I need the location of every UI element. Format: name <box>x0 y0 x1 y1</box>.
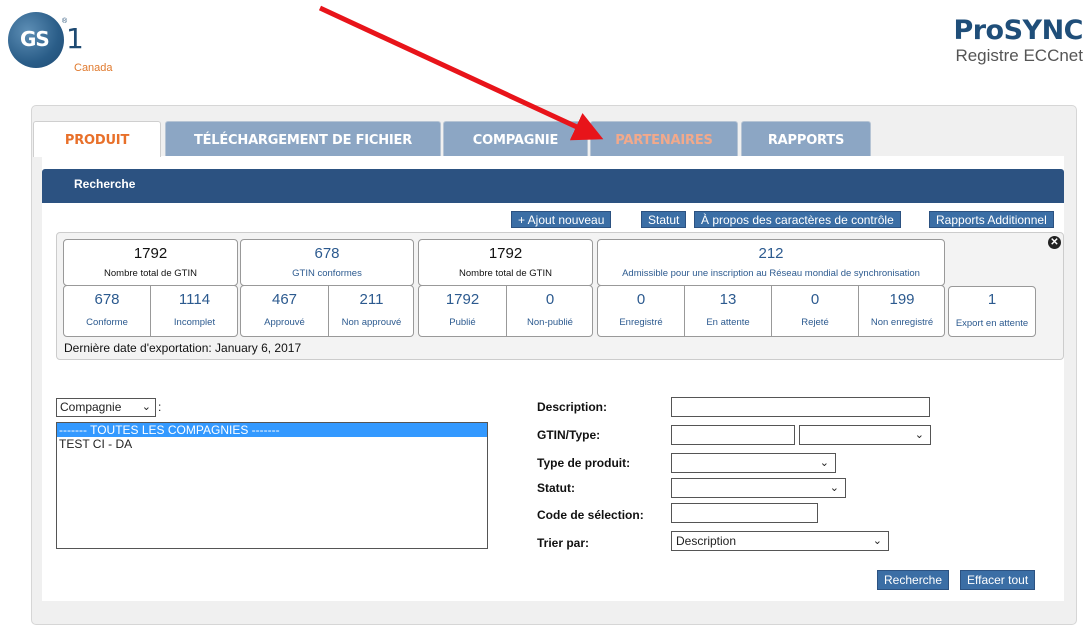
sort-by-label: Trier par: <box>537 536 590 550</box>
stat-value: 1792 <box>445 291 480 308</box>
stat-subgroup: 0 Enregistré 13 En attente 0 Rejeté 199 … <box>597 285 945 337</box>
stat-total-gtin-publish[interactable]: 1792 Nombre total de GTIN <box>418 239 593 286</box>
description-label: Description: <box>537 400 608 414</box>
clear-all-button[interactable]: Effacer tout <box>960 570 1036 590</box>
tab-telechargement[interactable]: TÉLÉCHARGEMENT DE FICHIER <box>165 121 441 157</box>
company-filter-value: Compagnie <box>60 400 122 414</box>
gtin-input[interactable] <box>671 425 795 445</box>
last-export-date: Dernière date d'exportation: January 6, … <box>64 341 302 355</box>
stat-non-approuve[interactable]: 211 Non approuvé <box>329 286 414 336</box>
stat-value: 211 <box>359 291 384 308</box>
prosync-brand: ProSYNC Registre ECCnet <box>953 16 1083 66</box>
stat-subgroup: 1792 Publié 0 Non-publié <box>418 285 593 337</box>
status-select[interactable]: ⌄ <box>671 478 846 498</box>
chevron-down-icon: ⌄ <box>914 429 924 441</box>
tab-rapports[interactable]: RAPPORTS <box>741 121 871 157</box>
stat-en-attente[interactable]: 13 En attente <box>685 286 771 336</box>
stat-label: Nombre total de GTIN <box>104 268 197 279</box>
status-button[interactable]: Statut <box>641 211 687 228</box>
stat-non-enregistre[interactable]: 199 Non enregistré <box>859 286 945 336</box>
gtin-type-label: GTIN/Type: <box>537 428 601 442</box>
stat-value: 13 <box>719 291 737 308</box>
company-list[interactable]: ------- TOUTES LES COMPAGNIES ------- TE… <box>56 422 488 549</box>
stat-value: 0 <box>636 291 646 308</box>
company-filter-select[interactable]: Compagnie ⌄ <box>56 398 156 417</box>
chevron-down-icon: ⌄ <box>829 482 839 494</box>
stat-value: 467 <box>271 291 298 308</box>
list-item[interactable]: TEST CI - DA <box>57 437 487 451</box>
stat-value: 1792 <box>133 245 168 262</box>
stat-label: Nombre total de GTIN <box>459 268 552 279</box>
chevron-down-icon: ⌄ <box>819 457 829 469</box>
stat-label: Non approuvé <box>341 317 402 328</box>
stat-non-publie[interactable]: 0 Non-publié <box>507 286 593 336</box>
stat-subgroup: 467 Approuvé 211 Non approuvé <box>240 285 414 337</box>
stat-publie[interactable]: 1792 Publié <box>419 286 506 336</box>
stat-conformes-gtin[interactable]: 678 GTIN conformes <box>240 239 414 286</box>
colon: : <box>158 400 162 414</box>
stat-enregistre[interactable]: 0 Enregistré <box>598 286 684 336</box>
list-item[interactable]: ------- TOUTES LES COMPAGNIES ------- <box>57 423 487 437</box>
stat-label: Approuvé <box>264 317 305 328</box>
gs1-logo-one: 1 <box>66 22 84 55</box>
add-new-button[interactable]: + Ajout nouveau <box>511 211 612 228</box>
gs1-logo-text: GS <box>20 27 50 51</box>
product-type-select[interactable]: ⌄ <box>671 453 836 473</box>
stat-label: En attente <box>706 317 750 328</box>
stat-value: 678 <box>314 245 340 262</box>
gs1-region: Canada <box>74 62 113 74</box>
stat-admissible-gdsn[interactable]: 212 Admissible pour une inscription au R… <box>597 239 945 286</box>
stat-label: Conforme <box>86 317 128 328</box>
tab-compagnie[interactable]: COMPAGNIE <box>443 121 588 157</box>
stat-export-pending[interactable]: 1 Export en attente <box>948 286 1036 337</box>
sort-by-select[interactable]: Description ⌄ <box>671 531 889 551</box>
stat-conforme[interactable]: 678 Conforme <box>64 286 150 336</box>
gtin-type-select[interactable]: ⌄ <box>799 425 931 445</box>
stat-value: 1114 <box>178 291 211 308</box>
brand-title: ProSYNC <box>953 15 1083 46</box>
stat-label: Enregistré <box>619 317 663 328</box>
stat-incomplet[interactable]: 1114 Incomplet <box>151 286 238 336</box>
stat-value: 678 <box>94 291 120 308</box>
stat-label: Non-publié <box>527 317 573 328</box>
close-icon[interactable]: ✕ <box>1048 236 1061 249</box>
stat-rejete[interactable]: 0 Rejeté <box>772 286 858 336</box>
tab-produit[interactable]: PRODUIT <box>33 121 161 157</box>
status-label: Statut: <box>537 481 575 495</box>
additional-reports-button[interactable]: Rapports Additionnel <box>929 211 1054 228</box>
tab-partenaires[interactable]: PARTENAIRES <box>590 121 738 157</box>
stat-value: 212 <box>758 245 784 262</box>
stat-label: Rejeté <box>801 317 829 328</box>
stat-value: 1792 <box>488 245 523 262</box>
sort-by-value: Description <box>676 534 737 548</box>
stat-label: GTIN conformes <box>292 268 362 279</box>
stat-value: 0 <box>545 291 555 308</box>
stat-total-gtin[interactable]: 1792 Nombre total de GTIN <box>63 239 238 286</box>
brand-subtitle: Registre ECCnet <box>955 46 1083 65</box>
stat-value: 199 <box>889 291 915 308</box>
description-input[interactable] <box>671 397 930 417</box>
about-check-digits-button[interactable]: À propos des caractères de contrôle <box>694 211 901 228</box>
stat-label: Admissible pour une inscription au Résea… <box>622 268 920 279</box>
stat-label: Export en attente <box>955 318 1029 329</box>
stat-label: Incomplet <box>173 317 216 328</box>
chevron-down-icon: ⌄ <box>872 535 882 547</box>
stat-subgroup: 678 Conforme 1114 Incomplet <box>63 285 238 337</box>
stat-value: 0 <box>810 291 820 308</box>
product-type-label: Type de produit: <box>537 456 631 470</box>
stat-label: Publié <box>449 317 476 328</box>
gs1-logo: GS ® 1 Canada <box>6 10 136 74</box>
stat-label: Non enregistré <box>870 317 934 328</box>
section-title: Recherche <box>42 169 1064 203</box>
stat-value: 1 <box>987 291 997 308</box>
stat-approuve[interactable]: 467 Approuvé <box>241 286 328 336</box>
chevron-down-icon: ⌄ <box>141 401 151 413</box>
search-button[interactable]: Recherche <box>877 570 950 590</box>
selection-code-label: Code de sélection: <box>537 508 644 522</box>
selection-code-input[interactable] <box>671 503 818 523</box>
